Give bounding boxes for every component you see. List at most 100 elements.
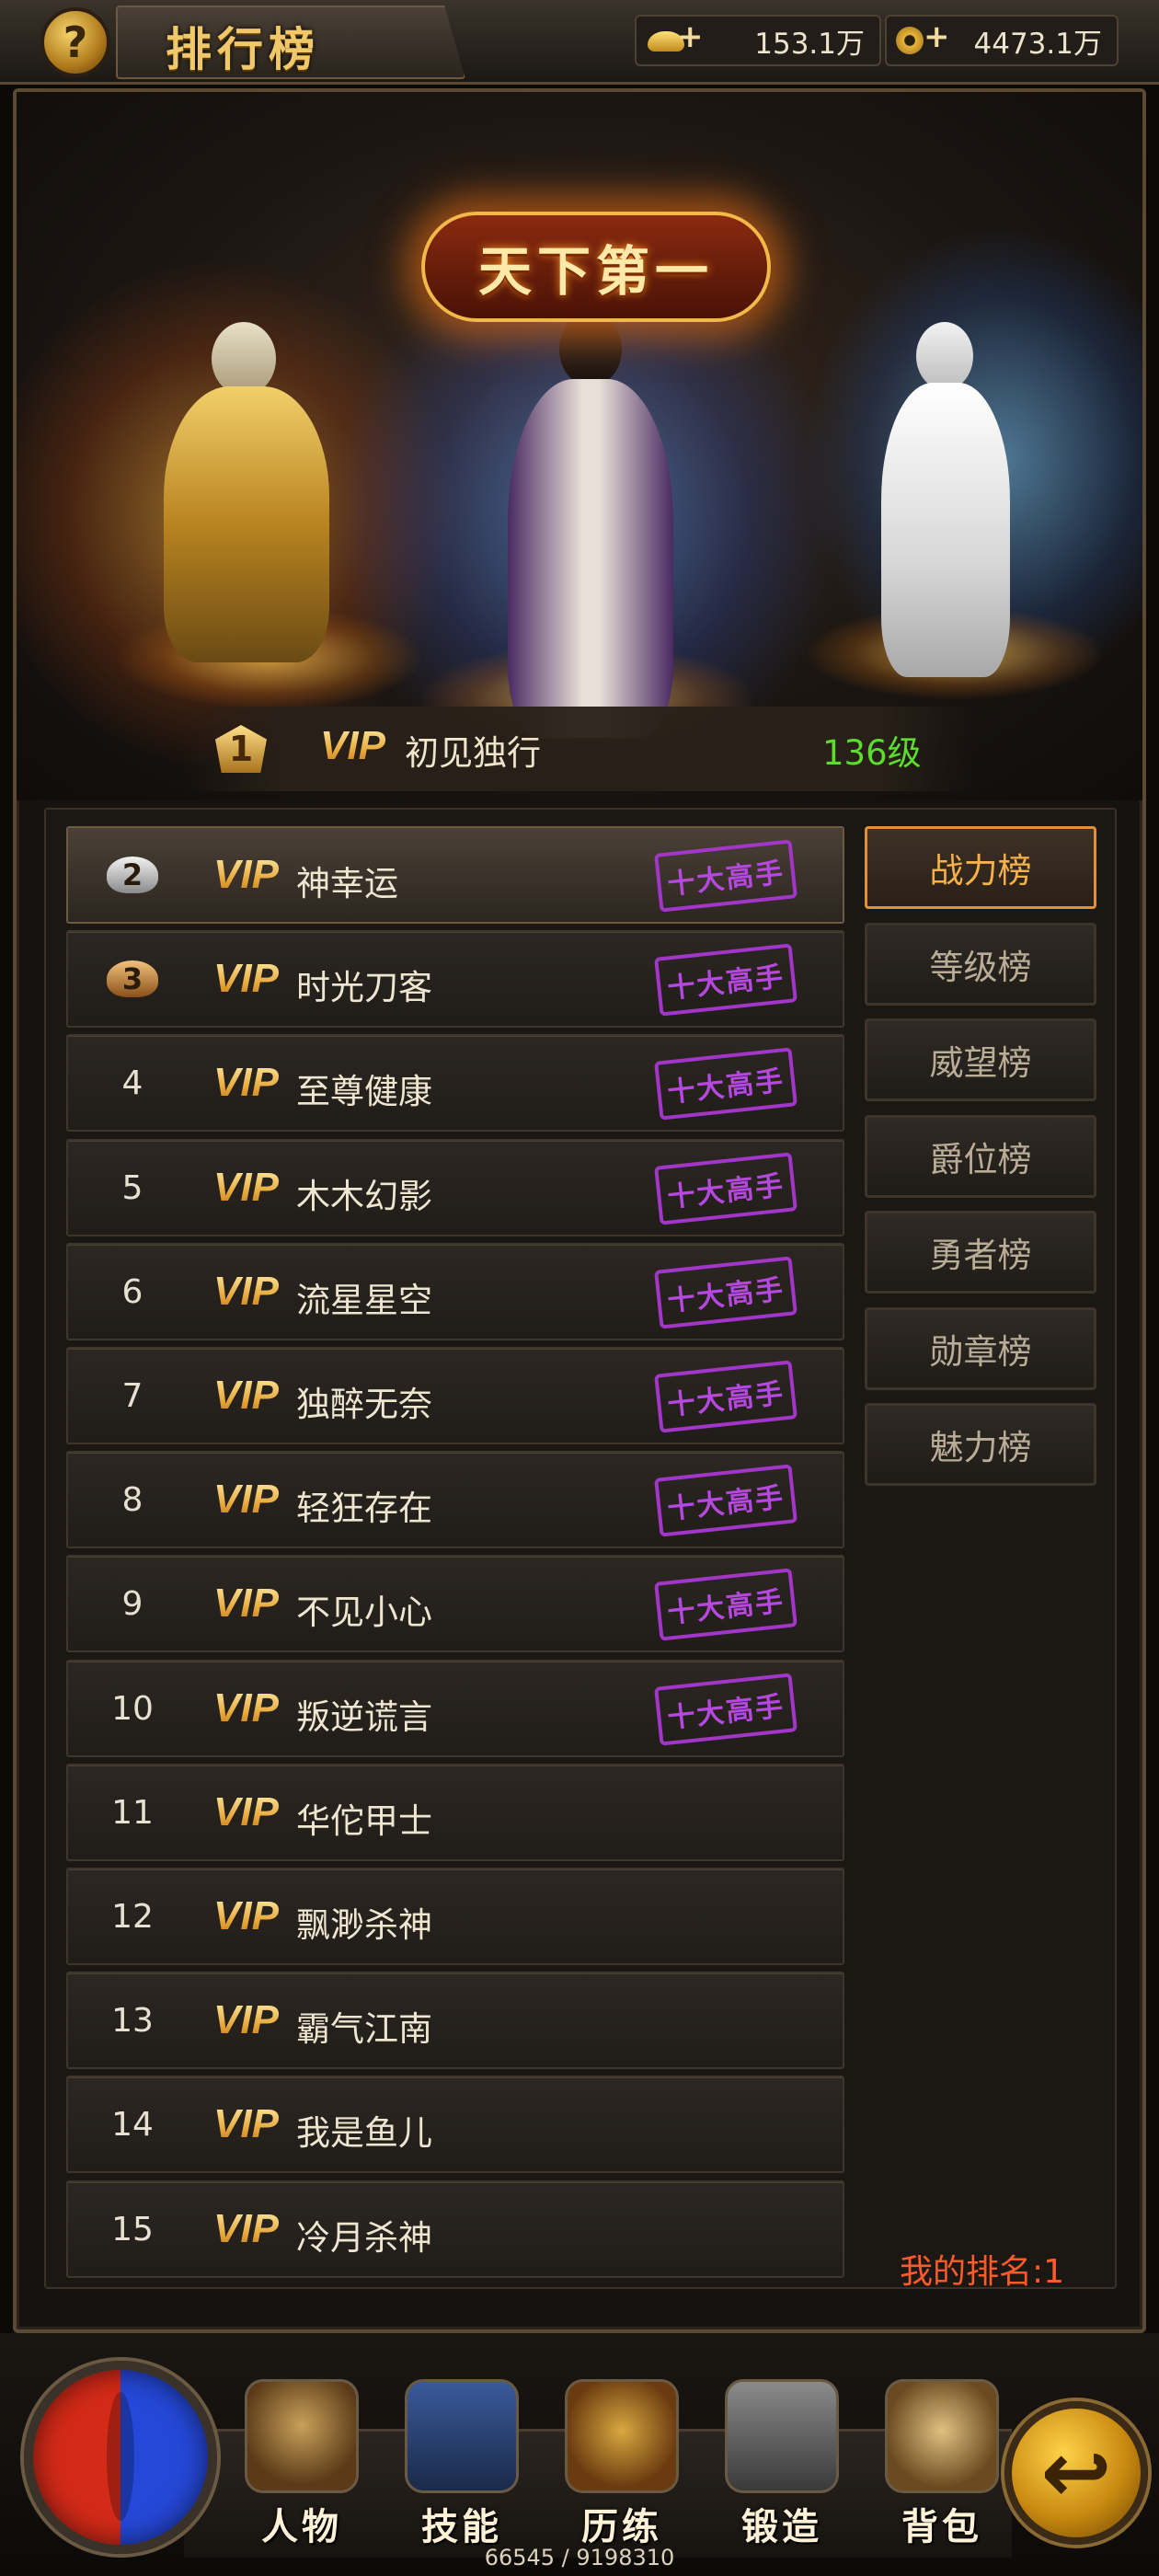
help-button[interactable]: ? xyxy=(40,7,110,77)
top-bar: ? 排行榜 153.1万 4473.1万 xyxy=(0,0,1159,85)
row-rank: 3 xyxy=(68,932,197,1026)
player-name: 时光刀客 xyxy=(296,968,432,1007)
ranking-row[interactable]: 9 VIP 不见小心 十大高手 xyxy=(66,1555,844,1652)
gold-currency[interactable]: 153.1万 xyxy=(635,15,881,66)
vip-badge: VIP xyxy=(213,1685,279,1731)
player-name: 神幸运 xyxy=(296,864,398,903)
vip-badge: VIP xyxy=(213,1893,279,1938)
coin-amount: 4473.1万 xyxy=(973,27,1102,61)
row-rank: 14 xyxy=(111,2105,154,2144)
backpack-icon xyxy=(885,2379,999,2493)
ranking-row[interactable]: 5 VIP 木木幻影 十大高手 xyxy=(66,1139,844,1236)
ranking-row[interactable]: 6 VIP 流星星空 十大高手 xyxy=(66,1243,844,1340)
vip-badge: VIP xyxy=(213,2101,279,2146)
tab-3[interactable]: 威望榜 xyxy=(865,1018,1096,1101)
player-name: 独醉无奈 xyxy=(296,1385,432,1424)
rank-1-vip-badge: VIP xyxy=(320,723,385,768)
character-left-head xyxy=(212,322,276,396)
gold-ingot-add-icon[interactable] xyxy=(644,18,704,57)
tab-6[interactable]: 勋章榜 xyxy=(865,1307,1096,1390)
ranking-row[interactable]: 8 VIP 轻狂存在 十大高手 xyxy=(66,1451,844,1548)
ranking-row[interactable]: 2 VIP 神幸运 十大高手 xyxy=(66,826,844,924)
rank-1-level: 136级 xyxy=(822,733,922,773)
nav-label: 锻造 xyxy=(741,2505,822,2548)
vip-badge: VIP xyxy=(213,1789,279,1834)
top-ten-stamp: 十大高手 xyxy=(654,1152,798,1225)
player-name: 流星星空 xyxy=(296,1281,432,1320)
forge-hammer-icon xyxy=(725,2379,839,2493)
ranking-row[interactable]: 3 VIP 时光刀客 十大高手 xyxy=(66,930,844,1028)
row-rank: 9 xyxy=(121,1584,143,1623)
player-name: 不见小心 xyxy=(296,1593,432,1632)
vip-badge: VIP xyxy=(213,1373,279,1418)
character-helmet-icon xyxy=(245,2379,359,2493)
nav-label: 背包 xyxy=(901,2505,982,2548)
player-name: 木木幻影 xyxy=(296,1177,432,1216)
row-rank: 13 xyxy=(111,2001,154,2040)
nav-button-4[interactable]: 锻造 xyxy=(705,2379,859,2559)
top-ten-stamp: 十大高手 xyxy=(654,943,798,1017)
coin-add-icon[interactable] xyxy=(894,18,950,57)
row-rank: 10 xyxy=(111,1689,154,1728)
rank-1-medal-icon: 1 xyxy=(212,718,270,776)
tab-1[interactable]: 战力榜 xyxy=(865,826,1096,909)
nav-button-5[interactable]: 背包 xyxy=(865,2379,1019,2559)
back-button[interactable]: ↩ xyxy=(1004,2401,1148,2545)
coin-currency[interactable]: 4473.1万 xyxy=(885,15,1119,66)
player-name: 我是鱼儿 xyxy=(296,2113,432,2153)
top-ten-stamp: 十大高手 xyxy=(654,1673,798,1746)
player-name: 至尊健康 xyxy=(296,1072,432,1111)
nav-button-1[interactable]: 人物 xyxy=(224,2379,379,2559)
player-name: 霸气江南 xyxy=(296,2009,432,2049)
vip-badge: VIP xyxy=(213,1581,279,1626)
rank-1-player-name: 初见独行 xyxy=(405,733,541,773)
vip-badge: VIP xyxy=(213,1165,279,1210)
gold-amount: 153.1万 xyxy=(754,27,865,61)
skill-book-icon xyxy=(405,2379,519,2493)
row-rank: 15 xyxy=(111,2210,154,2248)
rank-1-plate[interactable]: 1 VIP 初见独行 136级 xyxy=(184,707,975,791)
top-ten-stamp: 十大高手 xyxy=(654,1360,798,1433)
ranking-row[interactable]: 15 VIP 冷月杀神 xyxy=(66,2180,844,2278)
ranking-row[interactable]: 11 VIP 华佗甲士 xyxy=(66,1764,844,1861)
top-ten-stamp: 十大高手 xyxy=(654,839,798,913)
top-ten-stamp: 十大高手 xyxy=(654,1047,798,1121)
player-name: 轻狂存在 xyxy=(296,1489,432,1528)
ranking-row[interactable]: 4 VIP 至尊健康 十大高手 xyxy=(66,1034,844,1132)
help-icon: ? xyxy=(63,17,88,67)
nav-button-3[interactable]: 历练 xyxy=(545,2379,699,2559)
top-ten-stamp: 十大高手 xyxy=(654,1256,798,1329)
ranking-row[interactable]: 13 VIP 霸气江南 xyxy=(66,1972,844,2069)
character-center-body xyxy=(508,379,673,738)
ranking-row[interactable]: 7 VIP 独醉无奈 十大高手 xyxy=(66,1347,844,1444)
silver-medal-icon: 2 xyxy=(105,851,160,899)
page-title: 排行榜 xyxy=(166,22,320,76)
tab-2[interactable]: 等级榜 xyxy=(865,923,1096,1006)
player-name: 叛逆谎言 xyxy=(296,1697,432,1737)
character-right-body xyxy=(881,383,1010,677)
row-rank: 2 xyxy=(68,828,197,922)
character-left-body xyxy=(164,386,329,662)
ranking-row[interactable]: 12 VIP 飘渺杀神 xyxy=(66,1868,844,1965)
character-center-head xyxy=(559,313,622,386)
nav-label: 人物 xyxy=(261,2505,342,2548)
row-rank: 5 xyxy=(121,1168,143,1207)
experience-counter: 66545 / 9198310 xyxy=(484,2545,675,2570)
vip-badge: VIP xyxy=(213,1060,279,1105)
player-name: 华佗甲士 xyxy=(296,1801,432,1841)
ranking-row[interactable]: 10 VIP 叛逆谎言 十大高手 xyxy=(66,1660,844,1757)
tab-7[interactable]: 魅力榜 xyxy=(865,1403,1096,1486)
ranking-row[interactable]: 14 VIP 我是鱼儿 xyxy=(66,2076,844,2173)
vip-badge: VIP xyxy=(213,852,279,897)
row-rank: 8 xyxy=(121,1480,143,1519)
nav-label: 历练 xyxy=(581,2505,662,2548)
vip-badge: VIP xyxy=(213,2206,279,2251)
my-rank-label: 我的排名:1 xyxy=(900,2253,1065,2291)
tab-4[interactable]: 爵位榜 xyxy=(865,1115,1096,1198)
row-rank-number: 2 xyxy=(121,857,143,892)
yin-yang-orb-icon[interactable] xyxy=(24,2361,217,2554)
tab-5[interactable]: 勇者榜 xyxy=(865,1211,1096,1294)
nav-button-2[interactable]: 技能 xyxy=(384,2379,539,2559)
player-name: 飘渺杀神 xyxy=(296,1905,432,1945)
top-ten-stamp: 十大高手 xyxy=(654,1568,798,1641)
